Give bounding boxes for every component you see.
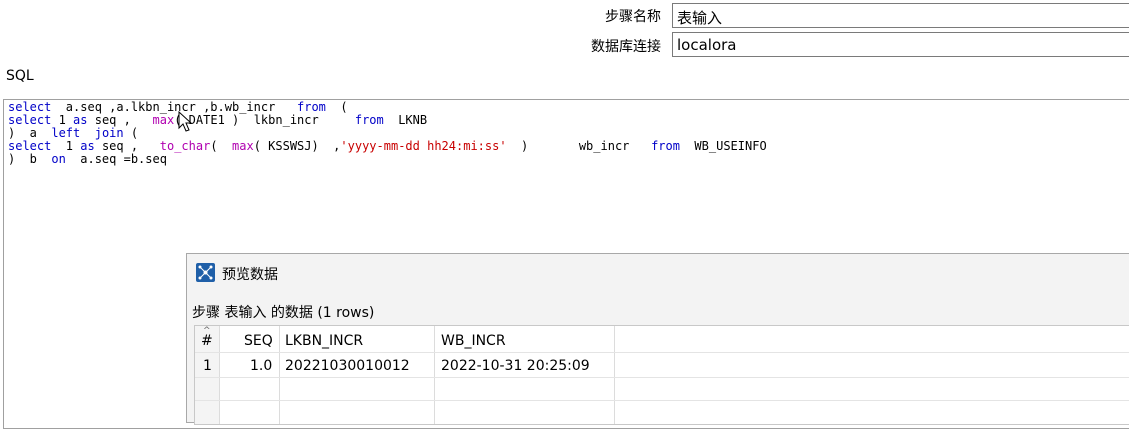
step-name-label: 步骤名称: [605, 9, 661, 25]
preview-table[interactable]: ^ # SEQ LKBN_INCR WB_INCR 1 1.0 20221030…: [194, 325, 1129, 425]
column-header-wb-incr[interactable]: WB_INCR: [441, 333, 506, 349]
mouse-cursor-icon: [178, 111, 192, 132]
column-header-lkbn-incr[interactable]: LKBN_INCR: [285, 333, 363, 349]
preview-dialog: 预览数据 步骤 表输入 的数据 (1 rows) ^ # SEQ LKBN_IN…: [186, 253, 1129, 425]
table-cell-seq: 1.0: [250, 358, 273, 374]
sql-text: (: [210, 139, 233, 153]
sql-keyword: select: [8, 139, 52, 153]
sql-keyword: from: [651, 139, 680, 153]
sql-text: seq ,: [87, 113, 153, 127]
sql-function: to_char: [159, 139, 211, 153]
sql-keyword: on: [51, 152, 66, 166]
sql-keyword: from: [354, 113, 384, 127]
sql-keyword: select: [8, 113, 52, 127]
sql-text: ) wb_incr: [506, 139, 652, 153]
sql-text: ) b: [8, 152, 52, 166]
sql-string: 'yyyy-mm-dd hh24:mi:ss': [340, 139, 507, 153]
sql-text: a.seq =b.seq: [65, 152, 167, 166]
table-cell-rownum: 1: [203, 358, 212, 374]
sql-keyword: as: [73, 113, 88, 127]
table-cell-wb-incr: 2022-10-31 20:25:09: [441, 358, 590, 374]
sql-text: (: [123, 126, 139, 140]
sql-keyword: from: [297, 100, 326, 114]
column-header-rownum[interactable]: #: [201, 333, 213, 349]
sql-keyword: select: [8, 100, 52, 114]
connection-input[interactable]: localora: [672, 32, 1129, 57]
sql-function: max: [152, 113, 175, 127]
sql-label: SQL: [6, 68, 34, 84]
sql-keyword: left: [51, 126, 81, 140]
table-cell-lkbn-incr: 20221030010012: [285, 358, 410, 374]
sql-code: select a.seq ,a.lkbn_incr ,b.wb_incr fro…: [8, 101, 767, 166]
step-name-input[interactable]: 表输入: [672, 3, 1129, 28]
sql-text: ( KSSWSJ) ,: [253, 139, 341, 153]
sql-text: 1: [51, 139, 81, 153]
sql-text: ( DATE1 ) lkbn_incr: [174, 113, 355, 127]
sql-keyword: as: [80, 139, 95, 153]
sql-text: LKNB: [383, 113, 428, 127]
column-header-seq[interactable]: SEQ: [244, 333, 273, 349]
preview-subtitle: 步骤 表输入 的数据 (1 rows): [192, 305, 375, 321]
sql-text: (: [325, 100, 348, 114]
sql-text: 1: [51, 113, 74, 127]
sql-text: WB_USEINFO: [679, 139, 767, 153]
sql-text: ) a: [8, 126, 52, 140]
sql-text: a.seq ,a.lkbn_incr ,b.wb_incr: [51, 100, 297, 114]
preview-data-icon: [196, 263, 215, 282]
sql-text: seq ,: [94, 139, 160, 153]
preview-dialog-title: 预览数据: [222, 267, 278, 283]
sql-keyword: join: [94, 126, 124, 140]
sql-function: max: [232, 139, 254, 153]
connection-label: 数据库连接: [591, 39, 661, 55]
